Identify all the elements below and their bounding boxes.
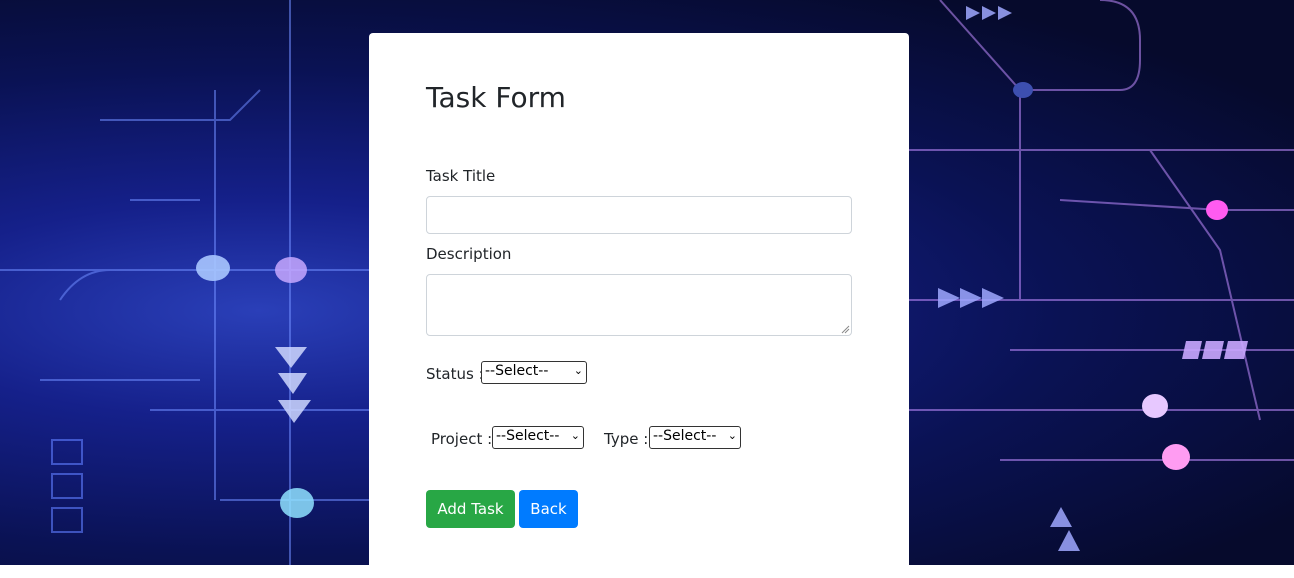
chevron-down-icon: ⌄ (570, 429, 580, 442)
description-label: Description (426, 245, 512, 263)
task-title-label: Task Title (426, 167, 496, 185)
task-title-input[interactable] (426, 196, 852, 234)
task-form-card: Task Form Task Title Description Status … (369, 33, 909, 578)
resize-handle-icon[interactable] (840, 324, 850, 334)
chevron-down-icon: ⌄ (573, 364, 583, 377)
type-label: Type : (604, 430, 649, 448)
project-label: Project : (431, 430, 493, 448)
description-textarea[interactable] (426, 274, 852, 336)
project-selected-value: --Select-- (496, 428, 560, 444)
page-title: Task Form (426, 81, 566, 114)
type-selected-value: --Select-- (653, 428, 717, 444)
type-select[interactable]: --Select-- ⌄ (649, 426, 741, 449)
back-button[interactable]: Back (519, 490, 578, 528)
status-select[interactable]: --Select-- ⌄ (481, 361, 587, 384)
chevron-down-icon: ⌄ (727, 429, 737, 442)
project-select[interactable]: --Select-- ⌄ (492, 426, 584, 449)
status-selected-value: --Select-- (485, 363, 549, 379)
status-label: Status : (426, 365, 484, 383)
add-task-button[interactable]: Add Task (426, 490, 515, 528)
